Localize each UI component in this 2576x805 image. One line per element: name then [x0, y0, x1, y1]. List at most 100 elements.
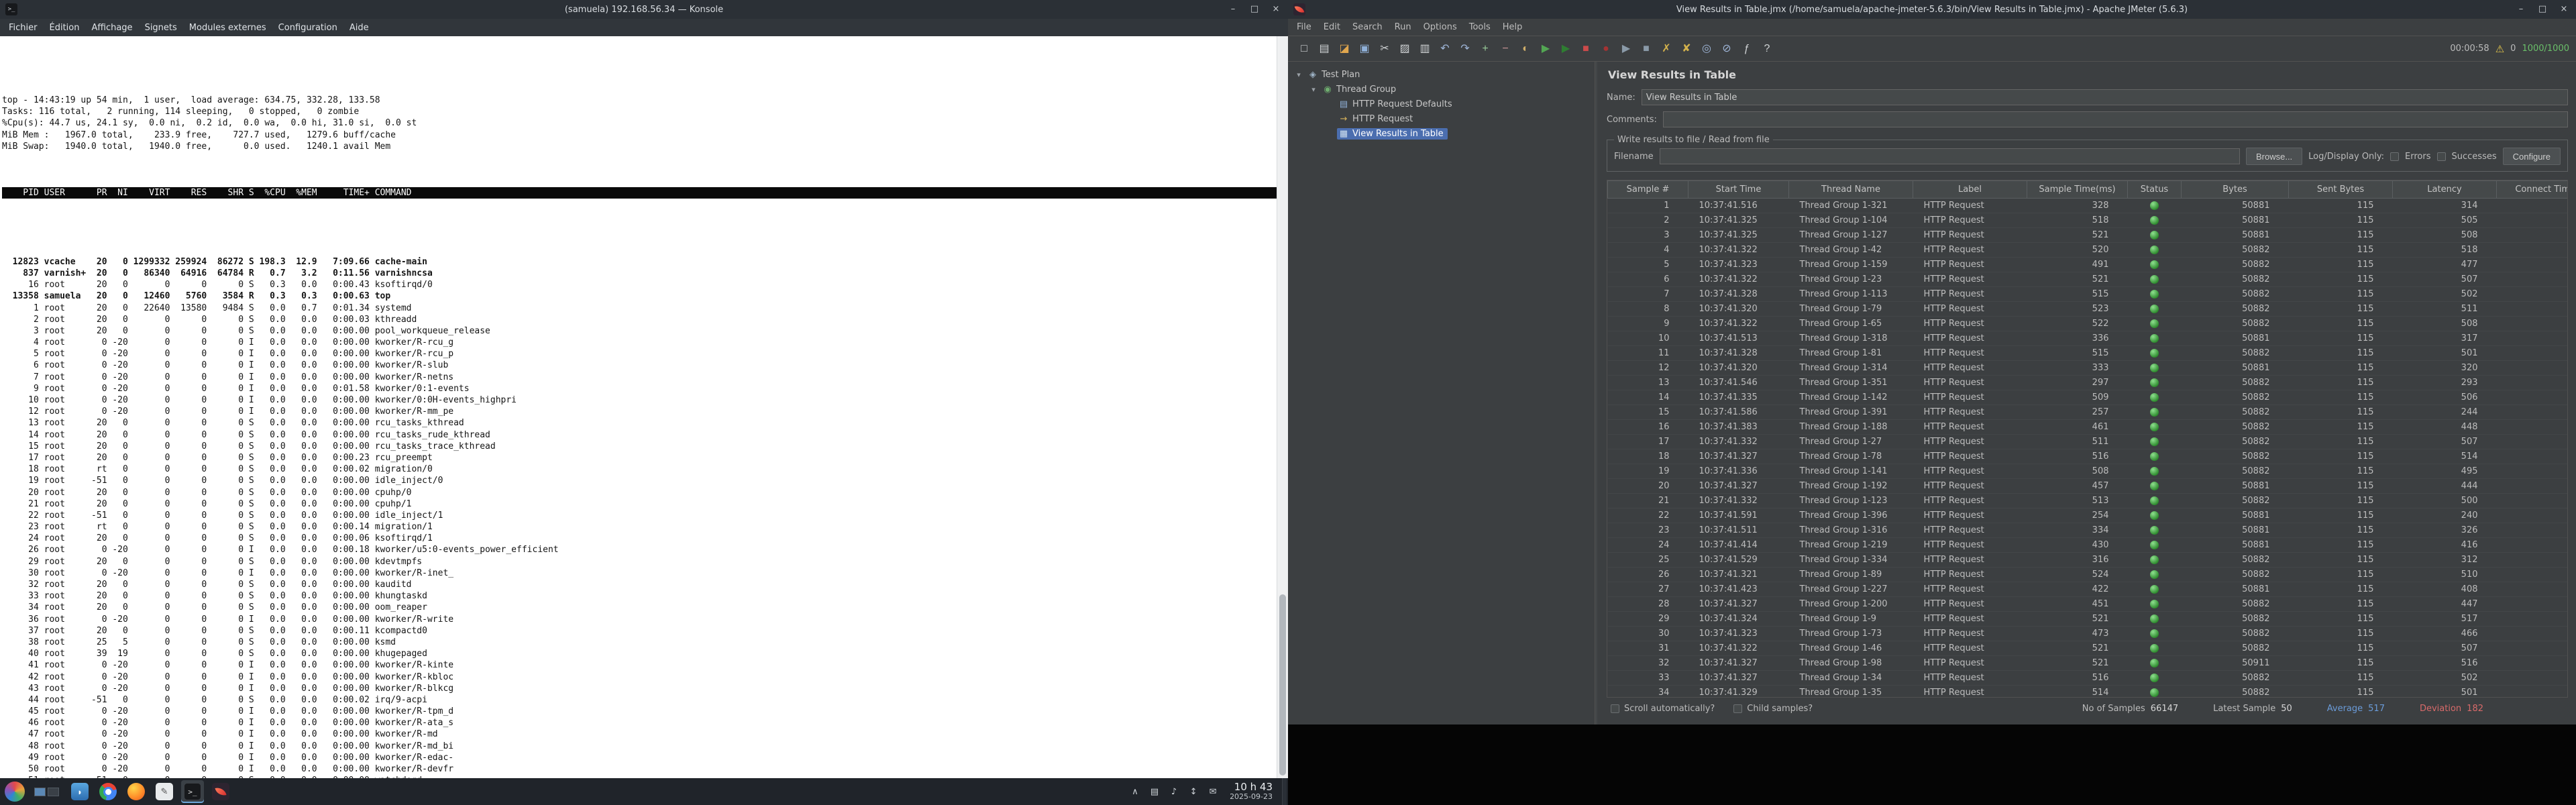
- volume-icon[interactable]: ♪: [1168, 787, 1180, 797]
- menu-item[interactable]: Affichage: [85, 19, 138, 36]
- column-header[interactable]: Start Time: [1688, 181, 1789, 199]
- new-file-icon[interactable]: □: [1295, 40, 1313, 58]
- desktop-2[interactable]: [48, 788, 59, 796]
- table-row[interactable]: 25 10:37:41.529 Thread Group 1-334 HTTP …: [1608, 553, 2569, 568]
- task-dolphin[interactable]: ◗: [68, 780, 91, 803]
- successes-checkbox[interactable]: [2437, 152, 2446, 161]
- table-row[interactable]: 28 10:37:41.327 Thread Group 1-200 HTTP …: [1608, 597, 2569, 612]
- table-row[interactable]: 26 10:37:41.321 Thread Group 1-89 HTTP R…: [1608, 568, 2569, 582]
- function-helper-icon[interactable]: ƒ: [1737, 40, 1756, 58]
- table-row[interactable]: 8 10:37:41.320 Thread Group 1-79 HTTP Re…: [1608, 302, 2569, 317]
- start-no-pauses-icon[interactable]: ▶: [1556, 40, 1575, 58]
- comments-input[interactable]: [1663, 111, 2568, 127]
- child-samples-checkbox[interactable]: [1733, 704, 1742, 713]
- redo-icon[interactable]: ↷: [1456, 40, 1474, 58]
- tree-item-thread-group[interactable]: ▾ ◉ Thread Group: [1288, 82, 1595, 97]
- save-icon[interactable]: ▣: [1355, 40, 1374, 58]
- column-header[interactable]: Status: [2128, 181, 2182, 199]
- table-row[interactable]: 2 10:37:41.325 Thread Group 1-104 HTTP R…: [1608, 213, 2569, 228]
- table-row[interactable]: 32 10:37:41.327 Thread Group 1-98 HTTP R…: [1608, 656, 2569, 671]
- help-icon[interactable]: ?: [1758, 40, 1776, 58]
- table-row[interactable]: 22 10:37:41.591 Thread Group 1-396 HTTP …: [1608, 508, 2569, 523]
- column-header[interactable]: Connect Time(ms): [2497, 181, 2569, 199]
- notifications-icon[interactable]: ✉: [1207, 787, 1219, 797]
- tree-expander-icon[interactable]: ▾: [1309, 85, 1318, 94]
- table-row[interactable]: 21 10:37:41.332 Thread Group 1-123 HTTP …: [1608, 494, 2569, 508]
- menu-item[interactable]: Signets: [139, 19, 183, 36]
- table-row[interactable]: 9 10:37:41.322 Thread Group 1-65 HTTP Re…: [1608, 317, 2569, 331]
- table-row[interactable]: 12 10:37:41.320 Thread Group 1-314 HTTP …: [1608, 361, 2569, 376]
- open-file-icon[interactable]: ◪: [1335, 40, 1354, 58]
- table-row[interactable]: 6 10:37:41.322 Thread Group 1-23 HTTP Re…: [1608, 272, 2569, 287]
- terminal-output[interactable]: top - 14:43:19 up 54 min, 1 user, load a…: [0, 36, 1277, 778]
- tree-item-test-plan[interactable]: ▾ ◈ Test Plan: [1288, 67, 1595, 82]
- stop-icon[interactable]: ■: [1576, 40, 1595, 58]
- scroll-automatically-checkbox[interactable]: [1611, 704, 1619, 713]
- table-row[interactable]: 14 10:37:41.335 Thread Group 1-142 HTTP …: [1608, 390, 2569, 405]
- desktop-1[interactable]: [34, 788, 46, 796]
- filename-input[interactable]: [1660, 148, 2240, 164]
- copy-icon[interactable]: ▨: [1395, 40, 1414, 58]
- menu-item[interactable]: Aide: [343, 19, 375, 36]
- application-launcher-button[interactable]: [5, 782, 25, 802]
- minimize-button[interactable]: –: [1226, 3, 1240, 16]
- task-google-chrome[interactable]: [97, 780, 119, 803]
- tree-item-http-request[interactable]: → HTTP Request: [1288, 111, 1595, 126]
- tree-expander-icon[interactable]: ▾: [1295, 70, 1303, 79]
- clear-all-icon[interactable]: ✘: [1677, 40, 1696, 58]
- table-row[interactable]: 33 10:37:41.327 Thread Group 1-34 HTTP R…: [1608, 671, 2569, 686]
- minimize-button[interactable]: –: [2514, 3, 2528, 16]
- menu-item[interactable]: Édition: [44, 19, 86, 36]
- tree-item-view-results-in-table[interactable]: ▦ View Results in Table: [1288, 126, 1595, 141]
- menu-item[interactable]: Tools: [1463, 19, 1497, 36]
- toggle-icon[interactable]: ◐: [1516, 40, 1535, 58]
- show-desktop-button[interactable]: [1282, 778, 1287, 805]
- table-row[interactable]: 19 10:37:41.336 Thread Group 1-141 HTTP …: [1608, 464, 2569, 479]
- column-header[interactable]: Label: [1913, 181, 2027, 199]
- close-button[interactable]: ×: [2557, 3, 2571, 16]
- undo-icon[interactable]: ↶: [1436, 40, 1454, 58]
- column-header[interactable]: Sample Time(ms): [2027, 181, 2128, 199]
- expand-all-icon[interactable]: +: [1476, 40, 1495, 58]
- menu-item[interactable]: Options: [1417, 19, 1463, 36]
- browse-button[interactable]: Browse...: [2246, 148, 2302, 165]
- virtual-desktop-pager[interactable]: [34, 788, 59, 796]
- cut-icon[interactable]: ✂: [1375, 40, 1394, 58]
- name-input[interactable]: [1642, 89, 2568, 105]
- scrollbar-thumb[interactable]: [1279, 594, 1286, 775]
- templates-icon[interactable]: ▤: [1315, 40, 1334, 58]
- table-row[interactable]: 18 10:37:41.327 Thread Group 1-78 HTTP R…: [1608, 449, 2569, 464]
- shutdown-icon[interactable]: ●: [1597, 40, 1615, 58]
- clock[interactable]: 10 h 43 2025-09-23: [1230, 782, 1273, 802]
- column-header[interactable]: Latency: [2393, 181, 2497, 199]
- collapse-all-icon[interactable]: −: [1496, 40, 1515, 58]
- remote-start-all-icon[interactable]: ▶: [1617, 40, 1635, 58]
- table-row[interactable]: 30 10:37:41.323 Thread Group 1-73 HTTP R…: [1608, 627, 2569, 641]
- start-icon[interactable]: ▶: [1536, 40, 1555, 58]
- column-header[interactable]: Bytes: [2182, 181, 2289, 199]
- table-row[interactable]: 27 10:37:41.423 Thread Group 1-227 HTTP …: [1608, 582, 2569, 597]
- paste-icon[interactable]: ▥: [1415, 40, 1434, 58]
- clear-icon[interactable]: ✗: [1657, 40, 1676, 58]
- table-row[interactable]: 13 10:37:41.546 Thread Group 1-351 HTTP …: [1608, 376, 2569, 390]
- menu-item[interactable]: Edit: [1318, 19, 1346, 36]
- menu-item[interactable]: Fichier: [3, 19, 44, 36]
- table-row[interactable]: 29 10:37:41.324 Thread Group 1-9 HTTP Re…: [1608, 612, 2569, 627]
- table-row[interactable]: 16 10:37:41.383 Thread Group 1-188 HTTP …: [1608, 420, 2569, 435]
- table-row[interactable]: 3 10:37:41.325 Thread Group 1-127 HTTP R…: [1608, 228, 2569, 243]
- network-icon[interactable]: ↕: [1187, 787, 1199, 797]
- configure-button[interactable]: Configure: [2503, 148, 2561, 165]
- tray-expander-icon[interactable]: ∧: [1129, 787, 1141, 797]
- table-row[interactable]: 23 10:37:41.511 Thread Group 1-316 HTTP …: [1608, 523, 2569, 538]
- column-header[interactable]: Thread Name: [1789, 181, 1913, 199]
- table-row[interactable]: 11 10:37:41.328 Thread Group 1-81 HTTP R…: [1608, 346, 2569, 361]
- task-konsole[interactable]: >_: [181, 780, 204, 803]
- column-header[interactable]: Sent Bytes: [2289, 181, 2393, 199]
- remote-stop-all-icon[interactable]: ■: [1637, 40, 1656, 58]
- column-header[interactable]: Sample #: [1608, 181, 1688, 199]
- table-row[interactable]: 15 10:37:41.586 Thread Group 1-391 HTTP …: [1608, 405, 2569, 420]
- task-firefox[interactable]: [125, 780, 148, 803]
- jmeter-titlebar[interactable]: View Results in Table.jmx (/home/samuela…: [1288, 0, 2576, 19]
- task-jmeter[interactable]: [209, 780, 232, 803]
- menu-item[interactable]: Search: [1346, 19, 1389, 36]
